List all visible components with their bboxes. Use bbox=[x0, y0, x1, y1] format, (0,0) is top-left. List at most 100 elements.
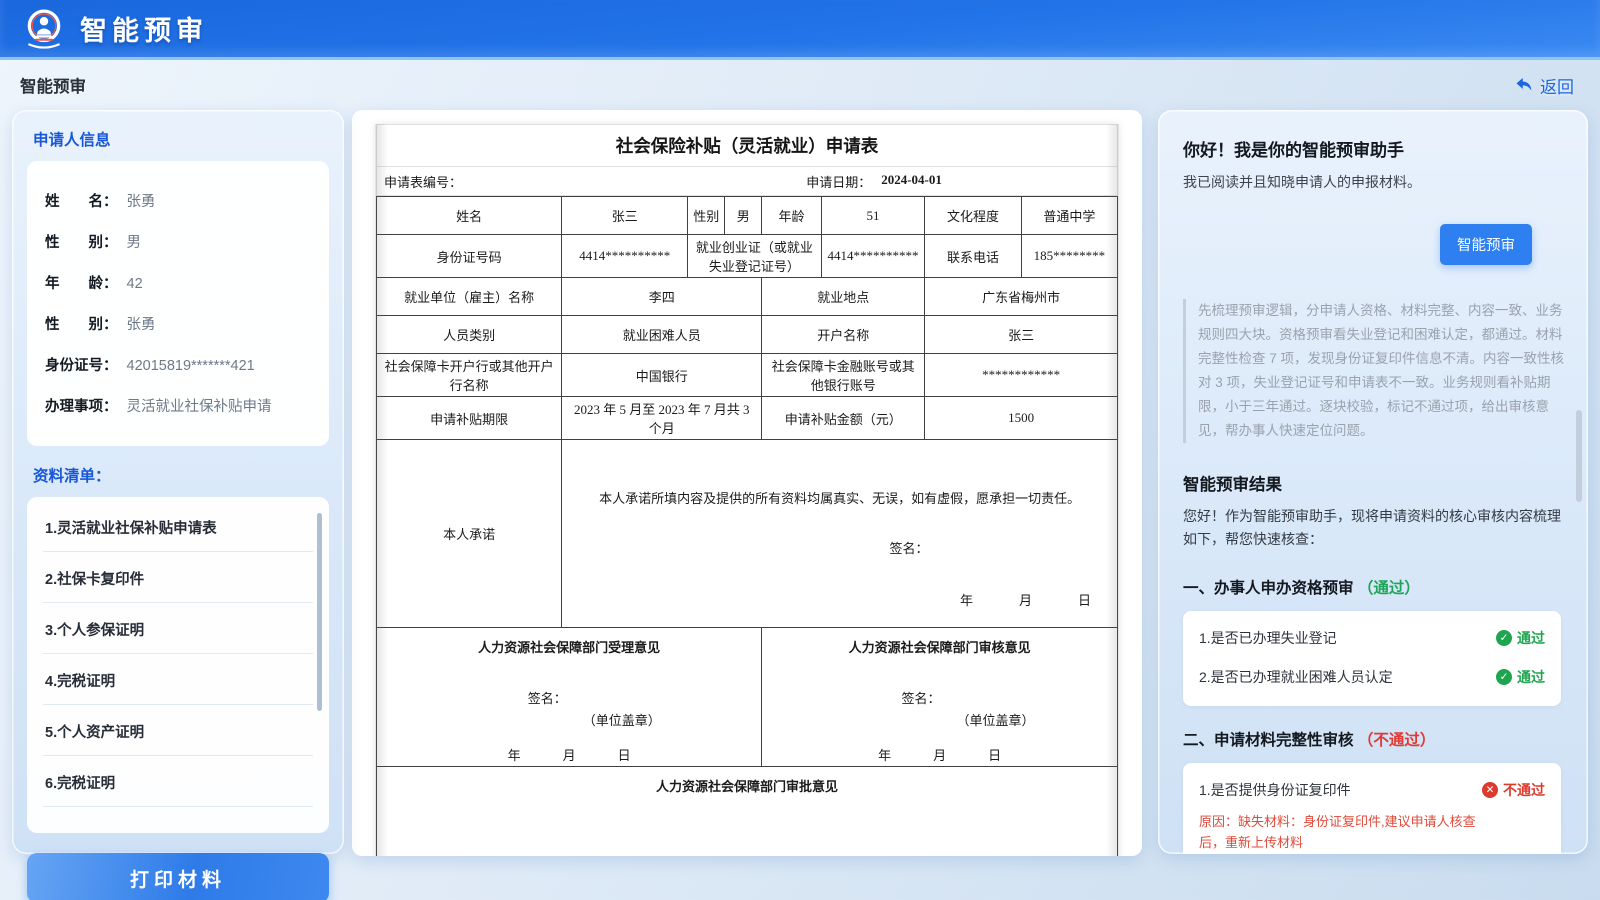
application-form-table: 姓名 张三 性别 男 年龄 51 文化程度 普通中学 身份证号码 4414***… bbox=[376, 196, 1118, 856]
table-row: 申请补贴期限 2023 年 5 月至 2023 年 7 月共 3 个月 申请补贴… bbox=[377, 397, 1118, 440]
field-value: 男 bbox=[127, 231, 142, 252]
table-row: 人员类别 就业困难人员 开户名称 张三 bbox=[377, 316, 1118, 354]
cell-name-value: 张三 bbox=[562, 197, 688, 235]
section-2-heading: 二、申请材料完整性审核 （不通过） bbox=[1183, 728, 1562, 750]
seal-label: （单位盖章） bbox=[902, 710, 1113, 729]
list-item[interactable]: 5.个人资产证明 bbox=[43, 705, 313, 756]
form-no-label: 申请表编号： bbox=[377, 172, 806, 191]
cell-bank-label: 社会保障卡开户行或其他开户行名称 bbox=[377, 354, 562, 397]
field-label: 性 别： bbox=[45, 313, 118, 334]
cell-id-value: 4414********** bbox=[562, 235, 688, 278]
back-button[interactable]: 返回 bbox=[1514, 73, 1574, 98]
commitment-sign-label: 签名： bbox=[890, 538, 929, 557]
back-label: 返回 bbox=[1540, 73, 1574, 98]
accept-opinion-title: 人力资源社会保障部门受理意见 bbox=[381, 637, 757, 656]
field-value: 灵活就业社保补贴申请 bbox=[127, 395, 272, 416]
check-label: 1.是否已办理失业登记 bbox=[1199, 628, 1337, 648]
status-badge: 通过 bbox=[1517, 628, 1545, 648]
list-item[interactable]: 2.社保卡复印件 bbox=[43, 552, 313, 603]
list-item[interactable]: 4.完税证明 bbox=[43, 654, 313, 705]
materials-scrollbar[interactable] bbox=[317, 513, 322, 711]
day-label: 日 bbox=[1078, 590, 1091, 609]
check-circle-icon: ✓ bbox=[1496, 669, 1512, 685]
check-label: 1.是否提供身份证复印件 bbox=[1199, 780, 1351, 800]
materials-title: 资料清单： bbox=[33, 464, 329, 486]
section-1-card: 1.是否已办理失业登记 ✓ 通过 2.是否已办理就业困难人员认定 ✓ 通过 bbox=[1183, 611, 1561, 706]
cell-accept-opinion: 人力资源社会保障部门受理意见 签名： （单位盖章） 年 月 日 bbox=[377, 628, 762, 767]
cell-age-label: 年龄 bbox=[762, 197, 821, 235]
assistant-greeting: 你好！我是你的智能预审助手 bbox=[1183, 136, 1562, 161]
form-date-label: 申请日期： bbox=[806, 172, 871, 191]
form-meta-row: 申请表编号： 申请日期： 2024-04-01 bbox=[376, 166, 1118, 196]
assistant-panel: 你好！我是你的智能预审助手 我已阅读并且知晓申请人的申报材料。 智能预审 先梳理… bbox=[1158, 110, 1588, 854]
cell-cert-value: 4414********** bbox=[821, 235, 925, 278]
materials-list: 1.灵活就业社保补贴申请表 2.社保卡复印件 3.个人参保证明 4.完税证明 5… bbox=[27, 497, 329, 833]
cell-type-value: 就业困难人员 bbox=[562, 316, 762, 354]
field-value: 42 bbox=[127, 276, 143, 292]
date-blanks: 年 月 日 bbox=[766, 745, 1113, 764]
cell-place-value: 广东省梅州市 bbox=[925, 278, 1118, 316]
applicant-fields-card: 姓 名： 张勇 性 别： 男 年 龄： 42 性 别： 张勇 身份证号： 420… bbox=[27, 161, 329, 446]
cell-period-value: 2023 年 5 月至 2023 年 7 月共 3 个月 bbox=[562, 397, 762, 440]
field-label: 姓 名： bbox=[45, 190, 118, 211]
assistant-scrollbar[interactable] bbox=[1576, 410, 1582, 502]
cell-phone-value: 185******** bbox=[1021, 235, 1117, 278]
cell-period-label: 申请补贴期限 bbox=[377, 397, 562, 440]
result-intro: 您好！作为智能预审助手，现将申请资料的核心审核内容梳理如下，帮您快速核查： bbox=[1183, 505, 1573, 551]
month-label: 月 bbox=[563, 745, 576, 764]
sign-label: 签名： bbox=[528, 688, 758, 707]
cell-id-label: 身份证号码 bbox=[377, 235, 562, 278]
fail-reason: 原因：缺失材料：身份证复印件,建议申请人核查后，重新上传材料 bbox=[1199, 811, 1545, 854]
section-2-card: 1.是否提供身份证复印件 ✕ 不通过 原因：缺失材料：身份证复印件,建议申请人核… bbox=[1183, 763, 1561, 854]
commitment-text: 本人承诺所填内容及提供的所有资料均属真实、无误，如有虚假，愿承担一切责任。 bbox=[566, 488, 1113, 507]
field-label: 性 别： bbox=[45, 231, 118, 252]
date-blanks: 年 月 日 bbox=[381, 745, 757, 764]
sign-label: 签名： bbox=[902, 688, 1113, 707]
section-status: （不通过） bbox=[1358, 732, 1436, 749]
cell-gender-value: 男 bbox=[725, 197, 762, 235]
table-row: 就业单位（雇主）名称 李四 就业地点 广东省梅州市 bbox=[377, 278, 1118, 316]
field-value: 42015819*******421 bbox=[127, 358, 255, 374]
table-row-commitment: 本人承诺 本人承诺所填内容及提供的所有资料均属真实、无误，如有虚假，愿承担一切责… bbox=[377, 440, 1118, 628]
cell-type-label: 人员类别 bbox=[377, 316, 562, 354]
table-row: 身份证号码 4414********** 就业创业证（或就业失业登记证号） 44… bbox=[377, 235, 1118, 278]
form-viewer-panel: 社会保险补贴（灵活就业）申请表 申请表编号： 申请日期： 2024-04-01 … bbox=[352, 110, 1142, 856]
cell-place-label: 就业地点 bbox=[762, 278, 925, 316]
applicant-panel: 申请人信息 姓 名： 张勇 性 别： 男 年 龄： 42 性 别： 张勇 身份证… bbox=[12, 110, 344, 854]
field-name: 姓 名： 张勇 bbox=[45, 190, 311, 211]
list-item[interactable]: 6.完税证明 bbox=[43, 756, 313, 807]
field-age: 年 龄： 42 bbox=[45, 272, 311, 293]
cell-edu-label: 文化程度 bbox=[925, 197, 1021, 235]
list-item[interactable]: 3.个人参保证明 bbox=[43, 603, 313, 654]
applicant-panel-title: 申请人信息 bbox=[33, 128, 329, 150]
cell-cert-label: 就业创业证（或就业失业登记证号） bbox=[688, 235, 821, 278]
list-item[interactable]: 1.灵活就业社保补贴申请表 bbox=[43, 501, 313, 552]
check-item: 1.是否提供身份证复印件 ✕ 不通过 原因：缺失材料：身份证复印件,建议申请人核… bbox=[1199, 765, 1545, 854]
status-badge: 通过 bbox=[1517, 667, 1545, 687]
check-label: 2.是否已办理就业困难人员认定 bbox=[1199, 667, 1393, 687]
field-label: 办理事项： bbox=[45, 395, 118, 416]
section-title: 二、申请材料完整性审核 bbox=[1183, 732, 1354, 749]
form-date-value: 2024-04-01 bbox=[881, 172, 942, 191]
cell-account-name-label: 开户名称 bbox=[762, 316, 925, 354]
cell-name-label: 姓名 bbox=[377, 197, 562, 235]
app-title: 智能预审 bbox=[80, 9, 208, 48]
check-circle-icon: ✓ bbox=[1496, 630, 1512, 646]
cell-gender-label: 性别 bbox=[688, 197, 725, 235]
field-label: 年 龄： bbox=[45, 272, 118, 293]
cell-bank-value: 中国银行 bbox=[562, 354, 762, 397]
section-title: 一、办事人申办资格预审 bbox=[1183, 580, 1354, 597]
smart-precheck-button[interactable]: 智能预审 bbox=[1440, 224, 1532, 265]
application-form-page: 社会保险补贴（灵活就业）申请表 申请表编号： 申请日期： 2024-04-01 … bbox=[375, 124, 1119, 856]
field-id-number: 身份证号： 42015819*******421 bbox=[45, 354, 311, 375]
print-materials-button[interactable]: 打印材料 bbox=[27, 853, 329, 900]
breadcrumb: 智能预审 bbox=[20, 73, 86, 97]
cell-amount-label: 申请补贴金额（元） bbox=[762, 397, 925, 440]
back-arrow-icon bbox=[1514, 75, 1534, 95]
table-row: 姓名 张三 性别 男 年龄 51 文化程度 普通中学 bbox=[377, 197, 1118, 235]
field-label: 身份证号： bbox=[45, 354, 118, 375]
day-label: 日 bbox=[988, 745, 1001, 764]
cell-review-opinion: 人力资源社会保障部门审核意见 签名： （单位盖章） 年 月 日 bbox=[762, 628, 1118, 767]
cell-bank-account-label: 社会保障卡金融账号或其他银行账号 bbox=[762, 354, 925, 397]
review-opinion-title: 人力资源社会保障部门审核意见 bbox=[766, 637, 1113, 656]
